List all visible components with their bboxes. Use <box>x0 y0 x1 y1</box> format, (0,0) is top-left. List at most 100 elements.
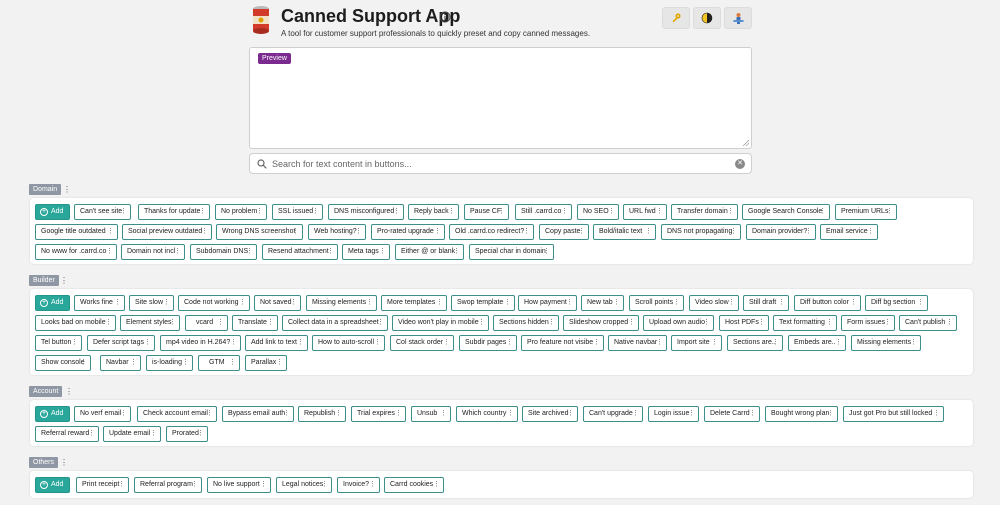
more-options-icon[interactable]: ⋮ <box>267 316 274 330</box>
canned-message-button[interactable]: Reply back ⋮ <box>408 204 459 220</box>
category-menu-icon[interactable]: ⋮ <box>63 185 71 194</box>
more-options-icon[interactable]: ⋮ <box>297 336 304 350</box>
canned-message-button[interactable]: DNS misconfigured ⋮ <box>328 204 404 220</box>
canned-message-button[interactable]: Carrd cookies ⋮ <box>384 477 444 493</box>
canned-message-button[interactable]: Email service ⋮ <box>820 224 878 240</box>
more-options-icon[interactable]: ⋮ <box>946 316 953 330</box>
more-options-icon[interactable]: ⋮ <box>826 316 833 330</box>
more-options-icon[interactable]: ⋮ <box>453 245 460 259</box>
canned-message-button[interactable]: Still draft ⋮ <box>743 295 789 311</box>
canned-message-button[interactable]: Col stack order ⋮ <box>390 335 454 351</box>
canned-message-button[interactable]: No verf email ⋮ <box>74 406 131 422</box>
canned-message-button[interactable]: Special char in domain ⋮ <box>469 244 554 260</box>
canned-message-button[interactable]: mp4 video in H.264? ⋮ <box>160 335 241 351</box>
canned-message-button[interactable]: No www for .carrd.co ⋮ <box>35 244 117 260</box>
canned-message-button[interactable]: Old .carrd.co redirect? ⋮ <box>449 224 534 240</box>
canned-message-button[interactable]: Prorated ⋮ <box>166 426 208 442</box>
more-options-icon[interactable]: ⋮ <box>239 296 246 310</box>
more-options-icon[interactable]: ⋮ <box>120 407 127 421</box>
more-options-icon[interactable]: ⋮ <box>169 316 176 330</box>
more-options-icon[interactable]: ⋮ <box>377 316 384 330</box>
more-options-icon[interactable]: ⋮ <box>217 316 224 330</box>
canned-message-button[interactable]: Site slow ⋮ <box>129 295 174 311</box>
canned-message-button[interactable]: Host PDFs ⋮ <box>719 315 769 331</box>
more-options-icon[interactable]: ⋮ <box>312 205 319 219</box>
more-options-icon[interactable]: ⋮ <box>917 296 924 310</box>
more-options-icon[interactable]: ⋮ <box>436 296 443 310</box>
canned-message-button[interactable]: Text formatting ⋮ <box>773 315 837 331</box>
clear-search-icon[interactable]: ✕ <box>735 159 745 169</box>
more-options-icon[interactable]: ⋮ <box>246 245 253 259</box>
more-options-icon[interactable]: ⋮ <box>727 205 734 219</box>
canned-message-button[interactable]: Bought wrong plan ⋮ <box>765 406 838 422</box>
more-options-icon[interactable]: ⋮ <box>933 407 940 421</box>
canned-message-button[interactable]: Pause CF ⋮ <box>464 204 509 220</box>
canned-message-button[interactable]: Still .carrd.co ⋮ <box>515 204 572 220</box>
canned-message-button[interactable]: Invoice? ⋮ <box>337 477 380 493</box>
more-options-icon[interactable]: ⋮ <box>229 356 236 370</box>
more-options-icon[interactable]: ⋮ <box>434 225 441 239</box>
canned-message-button[interactable]: Subdomain DNS ⋮ <box>190 244 257 260</box>
canned-message-button[interactable]: Looks bad on mobile ⋮ <box>35 315 116 331</box>
canned-message-button[interactable]: Bold/italic text ⋮ <box>593 224 656 240</box>
canned-message-button[interactable]: Sections are.. ⋮ <box>727 335 783 351</box>
canned-message-button[interactable]: Element styles ⋮ <box>120 315 180 331</box>
more-options-icon[interactable]: ⋮ <box>567 407 574 421</box>
canned-message-button[interactable]: Collect data in a spreadsheet ⋮ <box>282 315 388 331</box>
more-options-icon[interactable]: ⋮ <box>850 296 857 310</box>
more-options-icon[interactable]: ⋮ <box>144 336 151 350</box>
more-options-icon[interactable]: ⋮ <box>507 407 514 421</box>
canned-message-button[interactable]: Pro-rated upgrade ⋮ <box>371 224 445 240</box>
add-button-domain[interactable]: + Add <box>35 204 70 220</box>
more-options-icon[interactable]: ⋮ <box>150 427 157 441</box>
more-options-icon[interactable]: ⋮ <box>523 225 530 239</box>
canned-message-button[interactable]: Can't see site ⋮ <box>74 204 131 220</box>
canned-message-button[interactable]: Native navbar ⋮ <box>608 335 667 351</box>
canned-message-button[interactable]: vcard ⋮ <box>185 315 228 331</box>
more-options-icon[interactable]: ⋮ <box>504 296 511 310</box>
canned-message-button[interactable]: Either @ or blank ⋮ <box>395 244 464 260</box>
theme-toggle-button[interactable] <box>693 7 721 29</box>
more-options-icon[interactable]: ⋮ <box>182 356 189 370</box>
more-options-icon[interactable]: ⋮ <box>114 296 121 310</box>
canned-message-button[interactable]: Google Search Console ⋮ <box>742 204 830 220</box>
add-button-builder[interactable]: + Add <box>35 295 70 311</box>
canned-message-button[interactable]: Subdir pages ⋮ <box>459 335 517 351</box>
canned-message-button[interactable]: Referral program ⋮ <box>134 477 202 493</box>
more-options-icon[interactable]: ⋮ <box>199 205 206 219</box>
more-options-icon[interactable]: ⋮ <box>703 316 710 330</box>
canned-message-button[interactable]: Sections hidden ⋮ <box>493 315 559 331</box>
more-options-icon[interactable]: ⋮ <box>201 225 208 239</box>
key-button[interactable] <box>662 7 690 29</box>
more-options-icon[interactable]: ⋮ <box>758 316 765 330</box>
canned-message-button[interactable]: Navbar ⋮ <box>100 355 141 371</box>
more-options-icon[interactable]: ⋮ <box>393 205 400 219</box>
canned-message-button[interactable]: Legal notices ⋮ <box>276 477 332 493</box>
canned-message-button[interactable]: Google title outdated ⋮ <box>35 224 118 240</box>
resize-handle-icon[interactable] <box>743 140 749 146</box>
canned-message-button[interactable]: No SEO ⋮ <box>577 204 619 220</box>
more-options-icon[interactable]: ⋮ <box>632 407 639 421</box>
canned-message-button[interactable]: Upload own audio ⋮ <box>643 315 714 331</box>
canned-message-button[interactable]: No live support ⋮ <box>207 477 271 493</box>
canned-message-button[interactable]: Domain provider? ⋮ <box>746 224 816 240</box>
more-options-icon[interactable]: ⋮ <box>749 407 756 421</box>
more-options-icon[interactable]: ⋮ <box>827 407 834 421</box>
canned-message-button[interactable]: Translate ⋮ <box>232 315 278 331</box>
more-options-icon[interactable]: ⋮ <box>613 296 620 310</box>
canned-message-button[interactable]: More templates ⋮ <box>381 295 447 311</box>
canned-message-button[interactable]: Check account email ⋮ <box>137 406 217 422</box>
more-options-icon[interactable]: ⋮ <box>106 245 113 259</box>
more-options-icon[interactable]: ⋮ <box>656 336 663 350</box>
more-options-icon[interactable]: ⋮ <box>688 407 695 421</box>
more-options-icon[interactable]: ⋮ <box>805 225 812 239</box>
more-options-icon[interactable]: ⋮ <box>197 427 204 441</box>
canned-message-button[interactable]: Login issue ⋮ <box>648 406 699 422</box>
search-input[interactable] <box>272 158 727 169</box>
canned-message-button[interactable]: Diff button color ⋮ <box>794 295 861 311</box>
more-options-icon[interactable]: ⋮ <box>772 336 779 350</box>
canned-message-button[interactable]: Can't upgrade ⋮ <box>583 406 643 422</box>
more-options-icon[interactable]: ⋮ <box>448 205 455 219</box>
canned-message-button[interactable]: Copy paste ⋮ <box>539 224 589 240</box>
canned-message-button[interactable]: Meta tags ⋮ <box>342 244 390 260</box>
